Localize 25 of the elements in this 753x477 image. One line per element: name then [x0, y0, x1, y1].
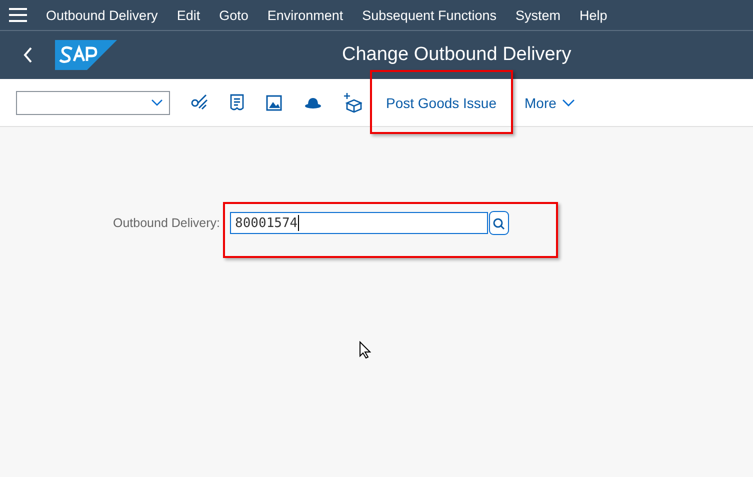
- post-goods-issue-button[interactable]: Post Goods Issue: [376, 88, 507, 116]
- delivery-input-field[interactable]: 80001574: [230, 212, 488, 234]
- menu-item[interactable]: Environment: [267, 8, 344, 22]
- chevron-down-icon: [562, 98, 576, 106]
- menu-item[interactable]: Goto: [219, 8, 248, 22]
- back-icon[interactable]: [23, 47, 33, 63]
- more-button[interactable]: More: [514, 88, 586, 116]
- menu-item[interactable]: Subsequent Functions: [362, 8, 496, 22]
- menu-item[interactable]: Outbound Delivery: [46, 8, 158, 22]
- field-label: Outbound Delivery:: [113, 216, 220, 230]
- document-icon[interactable]: [230, 94, 244, 112]
- image-icon[interactable]: [266, 94, 282, 110]
- search-icon[interactable]: [489, 211, 510, 235]
- glasses-pen-icon[interactable]: [190, 94, 208, 112]
- menu-item[interactable]: Help: [580, 8, 608, 22]
- logo-icon: [55, 40, 117, 70]
- chevron-down-icon: [151, 98, 163, 106]
- package-add-icon[interactable]: [344, 92, 362, 112]
- hat-icon[interactable]: [304, 96, 322, 108]
- dropdown-field[interactable]: [16, 90, 170, 114]
- page-title: Change Outbound Delivery: [342, 44, 572, 66]
- mouse-pointer-icon: [359, 341, 371, 359]
- menu-icon[interactable]: [9, 8, 27, 22]
- menu-item[interactable]: Edit: [176, 8, 200, 22]
- menu-item[interactable]: System: [516, 8, 561, 22]
